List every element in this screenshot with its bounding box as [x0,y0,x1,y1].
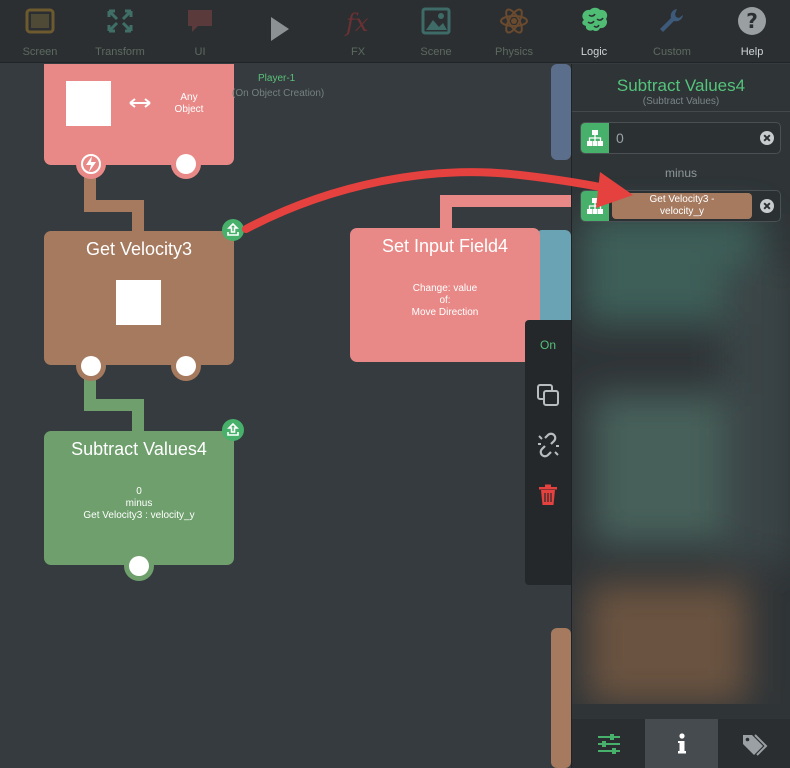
annotation-arrow [242,168,633,233]
